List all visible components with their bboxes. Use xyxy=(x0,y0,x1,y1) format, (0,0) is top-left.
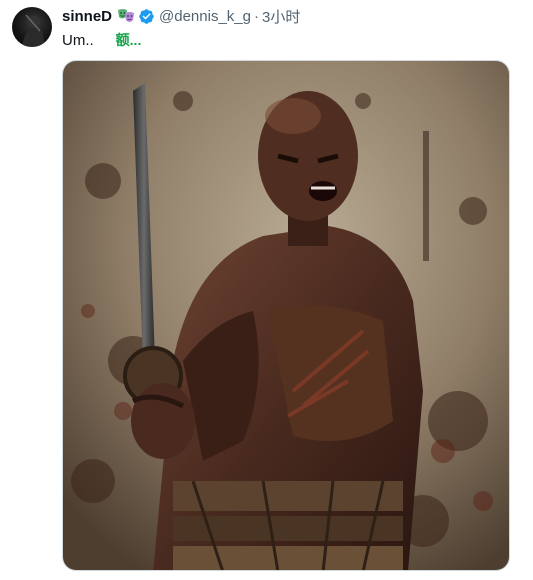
display-name[interactable]: sinneD xyxy=(62,8,112,25)
verified-badge-icon xyxy=(138,8,155,25)
gladiator-photo xyxy=(63,61,509,570)
tweet-body: Um.. 额... xyxy=(62,30,141,50)
tweet-media[interactable] xyxy=(62,60,510,571)
theater-masks-icon xyxy=(117,7,135,25)
user-handle[interactable]: @dennis_k_g xyxy=(159,8,251,25)
timestamp[interactable]: 3小时 xyxy=(262,6,300,27)
avatar-image xyxy=(22,14,45,47)
tweet-text: Um.. xyxy=(62,31,94,49)
tweet-header: sinneD @dennis_k_g · 3小时 xyxy=(62,6,300,26)
separator-dot: · xyxy=(253,7,259,25)
avatar[interactable] xyxy=(12,7,52,47)
translation-hint: 额... xyxy=(115,32,142,48)
